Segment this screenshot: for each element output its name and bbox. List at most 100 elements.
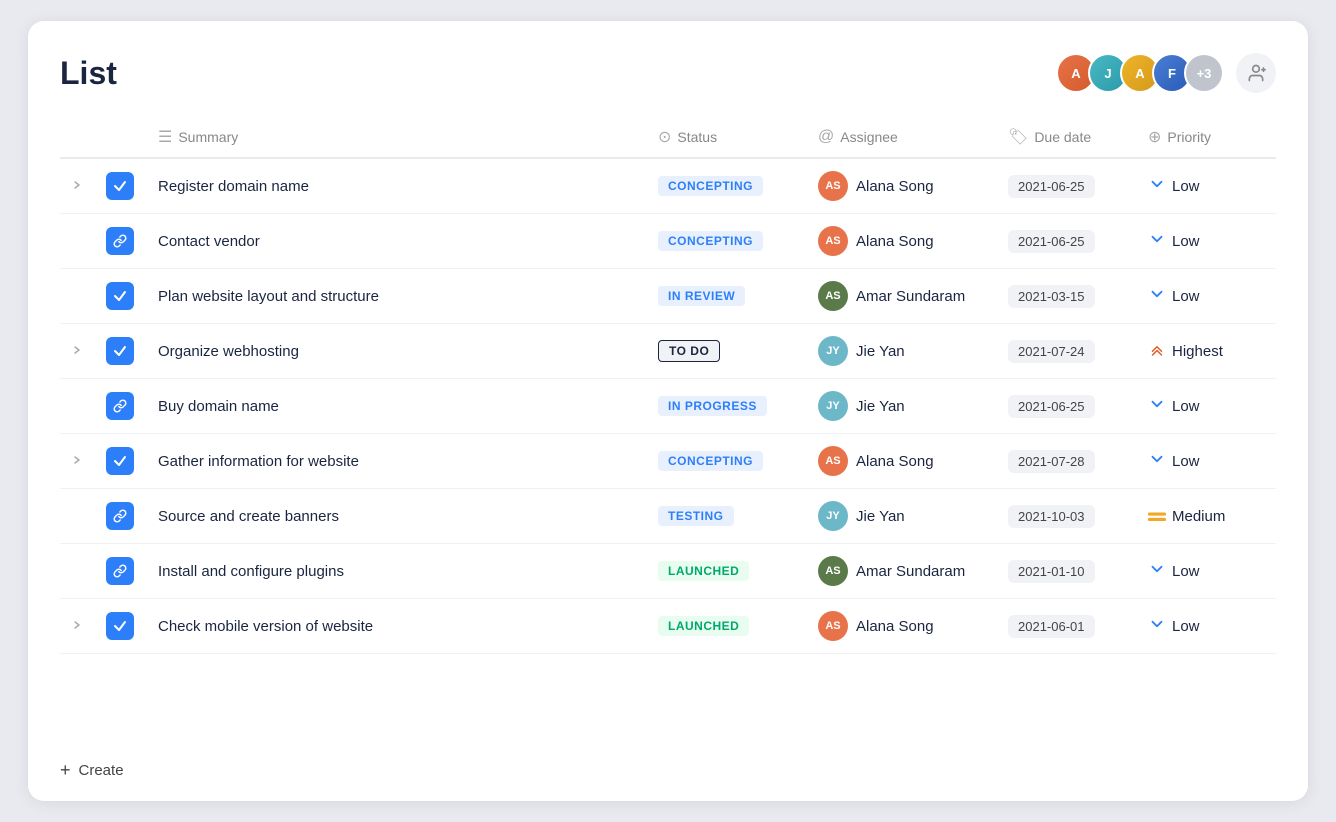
row-summary: Buy domain name bbox=[146, 379, 646, 434]
row-status[interactable]: IN REVIEW bbox=[646, 269, 806, 324]
row-duedate: 2021-10-03 bbox=[996, 489, 1136, 544]
row-expand[interactable] bbox=[60, 379, 94, 434]
priority-cell: Low bbox=[1148, 450, 1264, 473]
row-expand[interactable] bbox=[60, 544, 94, 599]
priority-cell: Low bbox=[1148, 230, 1264, 253]
due-date-badge: 2021-06-01 bbox=[1008, 615, 1095, 638]
create-label: Create bbox=[79, 762, 124, 779]
row-duedate: 2021-06-25 bbox=[996, 379, 1136, 434]
col-header-assignee: @ Assignee bbox=[806, 117, 996, 158]
assignee-name: Jie Yan bbox=[856, 398, 905, 415]
table-row[interactable]: Organize webhosting TO DO JY Jie Yan 202… bbox=[60, 324, 1276, 379]
status-col-icon: ⊙ bbox=[658, 127, 671, 147]
row-type-icon bbox=[94, 214, 146, 269]
priority-label: Low bbox=[1172, 288, 1200, 305]
row-type-icon bbox=[94, 269, 146, 324]
table-row[interactable]: Source and create banners TESTING JY Jie… bbox=[60, 489, 1276, 544]
assignee-name: Alana Song bbox=[856, 178, 934, 195]
priority-label: Low bbox=[1172, 563, 1200, 580]
row-expand[interactable] bbox=[60, 489, 94, 544]
row-type-icon bbox=[94, 599, 146, 654]
duedate-col-label: Due date bbox=[1034, 129, 1091, 145]
row-priority: Low bbox=[1136, 434, 1276, 489]
row-status[interactable]: CONCEPTING bbox=[646, 214, 806, 269]
assignee-cell: JY Jie Yan bbox=[818, 336, 984, 366]
row-assignee: AS Amar Sundaram bbox=[806, 544, 996, 599]
row-summary: Source and create banners bbox=[146, 489, 646, 544]
priority-col-label: Priority bbox=[1167, 129, 1211, 145]
status-badge: CONCEPTING bbox=[658, 231, 763, 251]
row-summary: Contact vendor bbox=[146, 214, 646, 269]
assignee-name: Alana Song bbox=[856, 618, 934, 635]
assignee-col-label: Assignee bbox=[840, 129, 898, 145]
priority-icon-low bbox=[1148, 450, 1166, 473]
row-assignee: JY Jie Yan bbox=[806, 489, 996, 544]
row-expand[interactable] bbox=[60, 269, 94, 324]
assignee-cell: JY Jie Yan bbox=[818, 391, 984, 421]
row-expand[interactable] bbox=[60, 214, 94, 269]
table-row[interactable]: Contact vendor CONCEPTING AS Alana Song … bbox=[60, 214, 1276, 269]
row-type-icon bbox=[94, 434, 146, 489]
row-status[interactable]: TESTING bbox=[646, 489, 806, 544]
row-expand[interactable] bbox=[60, 324, 94, 379]
priority-label: Low bbox=[1172, 398, 1200, 415]
row-status[interactable]: LAUNCHED bbox=[646, 599, 806, 654]
assignee-name: Alana Song bbox=[856, 453, 934, 470]
task-icon-check bbox=[106, 337, 134, 365]
due-date-badge: 2021-01-10 bbox=[1008, 560, 1095, 583]
assignee-name: Amar Sundaram bbox=[856, 288, 965, 305]
summary-col-label: Summary bbox=[178, 129, 238, 145]
row-status[interactable]: TO DO bbox=[646, 324, 806, 379]
row-expand[interactable] bbox=[60, 158, 94, 214]
priority-icon-low bbox=[1148, 560, 1166, 583]
col-header-status: ⊙ Status bbox=[646, 117, 806, 158]
row-priority: Highest bbox=[1136, 324, 1276, 379]
row-status[interactable]: CONCEPTING bbox=[646, 434, 806, 489]
table-row[interactable]: Plan website layout and structure IN REV… bbox=[60, 269, 1276, 324]
assignee-cell: AS Alana Song bbox=[818, 226, 984, 256]
row-duedate: 2021-07-28 bbox=[996, 434, 1136, 489]
row-priority: Low bbox=[1136, 379, 1276, 434]
task-icon-check bbox=[106, 447, 134, 475]
table-row[interactable]: Gather information for website CONCEPTIN… bbox=[60, 434, 1276, 489]
row-type-icon bbox=[94, 158, 146, 214]
priority-label: Low bbox=[1172, 233, 1200, 250]
due-date-badge: 2021-07-28 bbox=[1008, 450, 1095, 473]
priority-label: Low bbox=[1172, 178, 1200, 195]
row-expand[interactable] bbox=[60, 599, 94, 654]
status-badge: TO DO bbox=[658, 340, 720, 362]
priority-icon-highest bbox=[1148, 340, 1166, 363]
col-header-priority: ⊕ Priority bbox=[1136, 117, 1276, 158]
col-header-type bbox=[94, 117, 146, 158]
priority-label: Low bbox=[1172, 618, 1200, 635]
assignee-avatar: JY bbox=[818, 501, 848, 531]
table-row[interactable]: Check mobile version of website LAUNCHED… bbox=[60, 599, 1276, 654]
priority-cell: Medium bbox=[1148, 506, 1264, 527]
assignee-avatar: JY bbox=[818, 391, 848, 421]
assignee-cell: JY Jie Yan bbox=[818, 501, 984, 531]
row-priority: Low bbox=[1136, 269, 1276, 324]
assignee-avatar: AS bbox=[818, 281, 848, 311]
status-badge: LAUNCHED bbox=[658, 616, 749, 636]
task-icon-check bbox=[106, 172, 134, 200]
row-summary: Organize webhosting bbox=[146, 324, 646, 379]
due-date-badge: 2021-03-15 bbox=[1008, 285, 1095, 308]
duedate-col-icon: 🏷 bbox=[1008, 127, 1028, 147]
row-status[interactable]: CONCEPTING bbox=[646, 158, 806, 214]
priority-label: Low bbox=[1172, 453, 1200, 470]
create-footer[interactable]: + Create bbox=[60, 744, 1276, 801]
table-row[interactable]: Install and configure plugins LAUNCHED A… bbox=[60, 544, 1276, 599]
row-expand[interactable] bbox=[60, 434, 94, 489]
table-row[interactable]: Buy domain name IN PROGRESS JY Jie Yan 2… bbox=[60, 379, 1276, 434]
due-date-badge: 2021-06-25 bbox=[1008, 175, 1095, 198]
row-priority: Low bbox=[1136, 599, 1276, 654]
add-member-button[interactable] bbox=[1236, 53, 1276, 93]
status-badge: CONCEPTING bbox=[658, 451, 763, 471]
table-row[interactable]: Register domain name CONCEPTING AS Alana… bbox=[60, 158, 1276, 214]
row-duedate: 2021-06-01 bbox=[996, 599, 1136, 654]
row-status[interactable]: IN PROGRESS bbox=[646, 379, 806, 434]
row-priority: Low bbox=[1136, 158, 1276, 214]
assignee-cell: AS Amar Sundaram bbox=[818, 281, 984, 311]
assignee-name: Alana Song bbox=[856, 233, 934, 250]
row-status[interactable]: LAUNCHED bbox=[646, 544, 806, 599]
